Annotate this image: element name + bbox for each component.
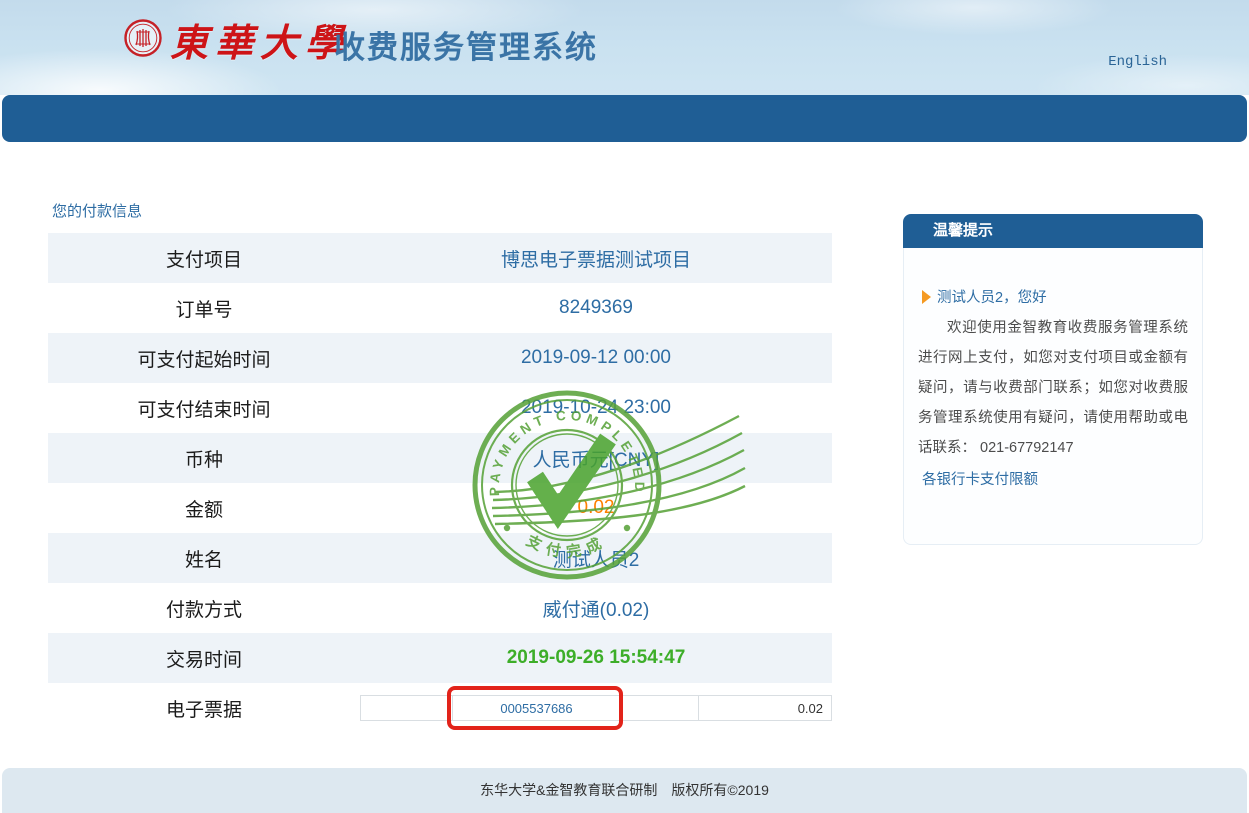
invoice-cells: 0005537686 0.02 xyxy=(360,683,832,733)
greeting-line: 测试人员2，您好 xyxy=(922,286,1188,307)
row-label: 可支付结束时间 xyxy=(48,383,360,433)
row-label: 金额 xyxy=(48,483,360,533)
row-label: 电子票据 xyxy=(48,683,360,733)
payment-section-title: 您的付款信息 xyxy=(52,200,142,221)
row-label: 付款方式 xyxy=(48,583,360,633)
bank-card-limit-link[interactable]: 各银行卡支付限额 xyxy=(922,465,1038,495)
orange-arrow-icon xyxy=(922,290,931,304)
amount-value: 0.02 xyxy=(360,483,832,533)
row-value: 人民币元[CNY] xyxy=(360,433,832,483)
row-value: 2019-09-12 00:00 xyxy=(360,333,832,383)
transaction-time-row: 交易时间 2019-09-26 15:54:47 xyxy=(48,633,832,683)
order-number-row: 订单号 8249369 xyxy=(48,283,832,333)
row-label: 币种 xyxy=(48,433,360,483)
row-value: 博思电子票据测试项目 xyxy=(360,233,832,283)
system-title: 收费服务管理系统 xyxy=(334,22,598,67)
university-seal-icon xyxy=(123,18,163,58)
payer-name-row: 姓名 测试人员2 xyxy=(48,533,832,583)
payment-result-page: 東華大學 收费服务管理系统 English 您的付款信息 支付项目 博思电子票据… xyxy=(0,0,1249,813)
pay-end-time-row: 可支付结束时间 2019-10-24 23:00 xyxy=(48,383,832,433)
row-value: 测试人员2 xyxy=(360,533,832,583)
tips-sidebar: 温馨提示 测试人员2，您好 欢迎使用金智教育收费服务管理系统进行网上支付，如您对… xyxy=(903,214,1203,545)
tips-sidebar-title: 温馨提示 xyxy=(903,214,1203,248)
row-label: 姓名 xyxy=(48,533,360,583)
user-greeting: 测试人员2，您好 xyxy=(937,286,1047,307)
payment-info-table: 支付项目 博思电子票据测试项目 订单号 8249369 可支付起始时间 2019… xyxy=(48,233,832,733)
invoice-empty-cell xyxy=(361,696,453,720)
row-value: 2019-10-24 23:00 xyxy=(360,383,832,433)
tips-message: 欢迎使用金智教育收费服务管理系统进行网上支付，如您对支付项目或金额有疑问，请与收… xyxy=(918,313,1188,463)
english-language-link[interactable]: English xyxy=(1108,54,1167,70)
transaction-time-value: 2019-09-26 15:54:47 xyxy=(360,633,832,683)
navigation-bar xyxy=(2,95,1247,142)
row-label: 订单号 xyxy=(48,283,360,333)
row-label: 交易时间 xyxy=(48,633,360,683)
invoice-number-link[interactable]: 0005537686 xyxy=(453,696,621,720)
pay-start-time-row: 可支付起始时间 2019-09-12 00:00 xyxy=(48,333,832,383)
page-footer: 东华大学&金智教育联合研制 版权所有©2019 xyxy=(2,768,1247,813)
amount-row: 金额 0.02 xyxy=(48,483,832,533)
tips-sidebar-body: 测试人员2，您好 欢迎使用金智教育收费服务管理系统进行网上支付，如您对支付项目或… xyxy=(903,248,1203,545)
payment-method-row: 付款方式 威付通(0.02) xyxy=(48,583,832,633)
university-name: 東華大學 xyxy=(170,12,350,67)
row-label: 支付项目 xyxy=(48,233,360,283)
invoice-amount: 0.02 xyxy=(699,696,831,720)
page-header: 東華大學 收费服务管理系统 English xyxy=(0,0,1249,95)
invoice-inner-table: 0005537686 0.02 xyxy=(360,695,832,721)
invoice-empty-cell xyxy=(621,696,699,720)
row-value: 8249369 xyxy=(360,283,832,333)
invoice-row: 电子票据 0005537686 0.02 xyxy=(48,683,832,733)
row-label: 可支付起始时间 xyxy=(48,333,360,383)
currency-row: 币种 人民币元[CNY] xyxy=(48,433,832,483)
row-value: 威付通(0.02) xyxy=(360,583,832,633)
payment-item-row: 支付项目 博思电子票据测试项目 xyxy=(48,233,832,283)
